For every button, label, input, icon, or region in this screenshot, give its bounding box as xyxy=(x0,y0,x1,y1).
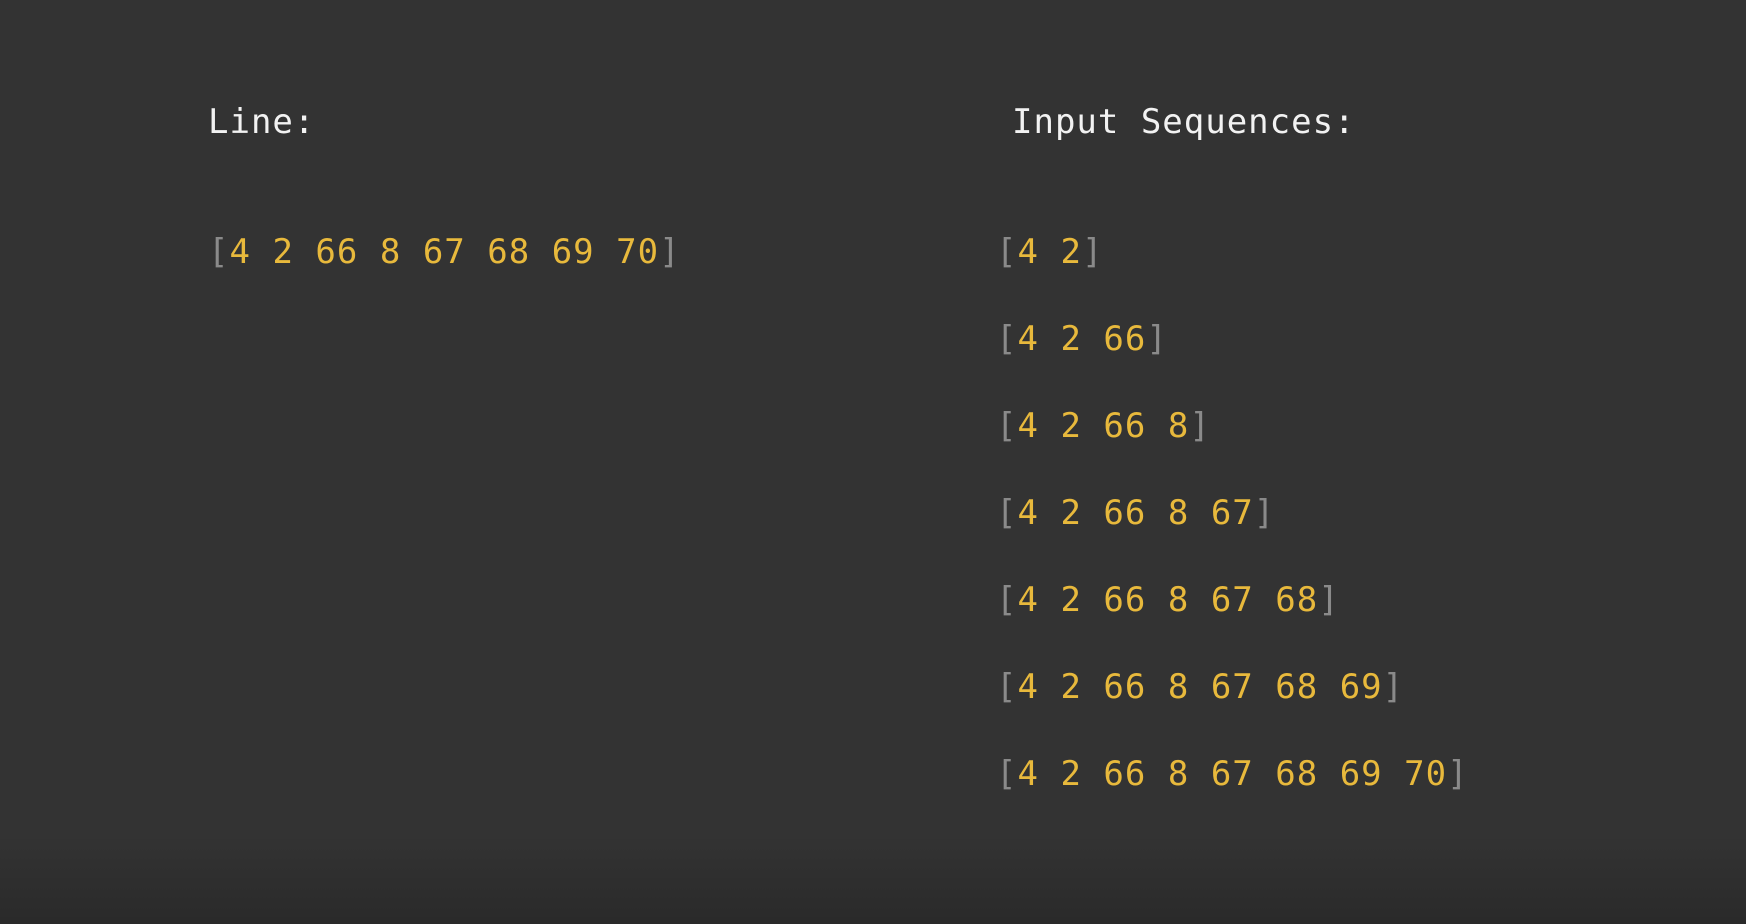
token: 67 xyxy=(422,232,466,272)
open-bracket: [ xyxy=(996,493,1018,533)
line-heading: Line: xyxy=(208,102,316,142)
background-shade xyxy=(0,834,1746,924)
token: 66 xyxy=(1103,319,1147,359)
token: 67 xyxy=(1210,754,1254,794)
input-sequence-row: [4 2 66 8 67 68 69] xyxy=(996,670,1404,704)
token: 68 xyxy=(1275,754,1319,794)
token: 68 xyxy=(487,232,531,272)
token: 8 xyxy=(1167,406,1190,446)
token: 69 xyxy=(551,232,595,272)
token: 2 xyxy=(1060,232,1082,272)
open-bracket: [ xyxy=(208,232,230,272)
close-bracket: ] xyxy=(1318,580,1340,620)
token: 2 xyxy=(1060,406,1082,446)
token: 70 xyxy=(616,232,660,272)
open-bracket: [ xyxy=(996,754,1018,794)
close-bracket: ] xyxy=(1447,754,1469,794)
token: 8 xyxy=(379,232,402,272)
token: 2 xyxy=(272,232,294,272)
token: 66 xyxy=(315,232,359,272)
open-bracket: [ xyxy=(996,406,1018,446)
token: 69 xyxy=(1339,754,1383,794)
close-bracket: ] xyxy=(1382,667,1405,707)
token: 4 xyxy=(1017,754,1039,794)
open-bracket: [ xyxy=(996,667,1018,707)
token: 8 xyxy=(1167,493,1190,533)
token: 8 xyxy=(1167,754,1190,794)
token: 66 xyxy=(1103,580,1147,620)
token: 67 xyxy=(1210,667,1254,707)
token: 70 xyxy=(1404,754,1448,794)
token: 2 xyxy=(1060,580,1082,620)
line-sequence: [4 2 66 8 67 68 69 70] xyxy=(208,235,681,269)
close-bracket: ] xyxy=(659,232,681,272)
token: 4 xyxy=(1017,406,1039,446)
token: 66 xyxy=(1103,493,1147,533)
token: 2 xyxy=(1060,667,1082,707)
token: 2 xyxy=(1060,754,1082,794)
token: 67 xyxy=(1210,580,1254,620)
token: 2 xyxy=(1060,493,1082,533)
token: 2 xyxy=(1060,319,1082,359)
close-bracket: ] xyxy=(1189,406,1211,446)
token: 4 xyxy=(1017,667,1039,707)
token: 8 xyxy=(1167,667,1190,707)
token: 66 xyxy=(1103,754,1147,794)
token: 4 xyxy=(1017,493,1039,533)
token: 66 xyxy=(1103,667,1147,707)
token: 4 xyxy=(1017,319,1039,359)
close-bracket: ] xyxy=(1253,493,1276,533)
open-bracket: [ xyxy=(996,319,1018,359)
close-bracket: ] xyxy=(1081,232,1104,272)
input-sequence-row: [4 2 66 8 67] xyxy=(996,496,1275,530)
token: 8 xyxy=(1167,580,1190,620)
token: 68 xyxy=(1275,580,1319,620)
token: 67 xyxy=(1210,493,1254,533)
token: 68 xyxy=(1275,667,1319,707)
input-sequence-row: [4 2 66] xyxy=(996,322,1168,356)
token: 4 xyxy=(1017,580,1039,620)
token: 4 xyxy=(1017,232,1039,272)
token: 66 xyxy=(1103,406,1147,446)
input-sequence-row: [4 2 66 8] xyxy=(996,409,1211,443)
input-sequence-row: [4 2 66 8 67 68 69 70] xyxy=(996,757,1469,791)
input-sequences-heading: Input Sequences: xyxy=(1012,102,1356,142)
open-bracket: [ xyxy=(996,232,1018,272)
input-sequence-row: [4 2] xyxy=(996,235,1103,269)
close-bracket: ] xyxy=(1146,319,1168,359)
input-sequence-row: [4 2 66 8 67 68] xyxy=(996,583,1340,617)
token: 69 xyxy=(1339,667,1383,707)
token: 4 xyxy=(229,232,251,272)
open-bracket: [ xyxy=(996,580,1018,620)
